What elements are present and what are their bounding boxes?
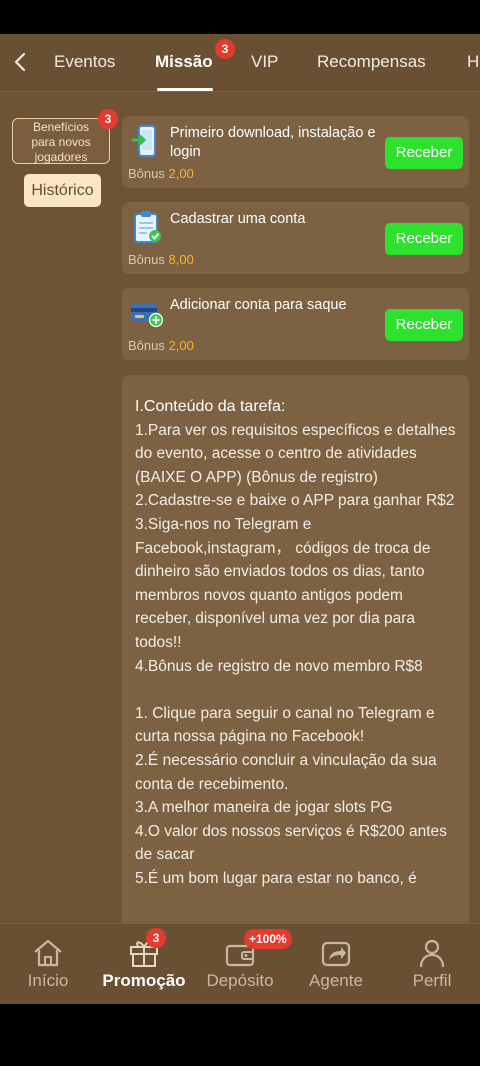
task-description-panel[interactable]: I.Conteúdo da tarefa: 1.Para ver os requ…	[122, 375, 469, 935]
nav-label: Depósito	[206, 971, 274, 990]
tab-missao[interactable]: Missão	[155, 52, 213, 72]
share-icon	[321, 941, 351, 967]
nav-item-perfil[interactable]: Perfil	[384, 924, 480, 1004]
sidebar-item-new-players[interactable]: Benefícios para novos jogadores	[12, 118, 110, 164]
nav-label: Perfil	[412, 971, 452, 990]
task-card: Adicionar conta para saque Bônus 2,00 Re…	[122, 288, 469, 360]
receive-button[interactable]: Receber	[385, 223, 463, 255]
task-bonus: Bônus 8,00	[128, 252, 194, 267]
description-line: 4.O valor dos nossos serviços é R$200 an…	[135, 822, 447, 864]
bottom-navigation: Início 3 Promoção +100% Depósito Agente …	[0, 923, 480, 1004]
bonus-label: Bônus	[128, 166, 165, 181]
nav-item-inicio[interactable]: Início	[0, 924, 96, 1004]
tab-vip[interactable]: VIP	[251, 52, 278, 72]
nav-label: Promoção	[102, 971, 186, 990]
description-line: 3.Siga-nos no Telegram e Facebook,instag…	[135, 515, 431, 651]
card-add-icon	[131, 304, 164, 328]
task-card: Cadastrar uma conta Bônus 8,00 Receber	[122, 202, 469, 274]
user-icon	[419, 939, 445, 968]
description-heading: I.Conteúdo da tarefa:	[135, 398, 286, 415]
sidebar-item-history[interactable]: Histórico	[24, 174, 101, 207]
tab-historico-partial[interactable]: H	[467, 52, 479, 72]
task-bonus: Bônus 2,00	[128, 338, 194, 353]
nav-label: Início	[27, 971, 69, 990]
description-line: 2.É necessário concluir a vinculação da …	[135, 751, 437, 793]
task-title: Cadastrar uma conta	[170, 211, 306, 227]
nav-label: Agente	[309, 971, 363, 990]
description-line: 5.É um bom lugar para estar no banco, é	[135, 869, 417, 887]
phone-download-icon	[131, 125, 156, 157]
bonus-amount: 2,00	[168, 338, 194, 353]
bonus-label: Bônus	[128, 252, 165, 267]
description-line: 2.Cadastre-se e baixe o APP para ganhar …	[135, 492, 455, 510]
receive-button[interactable]: Receber	[385, 137, 463, 169]
nav-item-promocao[interactable]: 3 Promoção	[96, 924, 192, 1004]
home-icon	[34, 939, 62, 967]
sidebar-label-line: Benefícios	[32, 120, 90, 134]
new-players-badge: 3	[98, 109, 118, 129]
bonus-amount: 2,00	[168, 166, 194, 181]
tab-eventos[interactable]: Eventos	[54, 52, 115, 72]
description-line: 4.Bônus de registro de novo membro R$8	[135, 657, 423, 675]
task-card: Primeiro download, instalação e login Bô…	[122, 116, 469, 188]
mission-badge: 3	[215, 39, 235, 59]
receive-button[interactable]: Receber	[385, 309, 463, 341]
back-arrow-icon[interactable]	[10, 50, 32, 74]
description-line: 3.A melhor maneira de jogar slots PG	[135, 799, 393, 817]
deposit-bonus-badge: +100%	[244, 929, 292, 949]
top-tab-bar: Eventos Missão 3 VIP Recompensas H	[0, 34, 480, 92]
sidebar-label-line: jogadores	[34, 150, 88, 164]
task-title: Adicionar conta para saque	[170, 297, 347, 313]
tab-recompensas[interactable]: Recompensas	[317, 52, 426, 72]
sidebar-label-line: para novos	[31, 135, 91, 149]
description-line: 1.Para ver os requisitos específicos e d…	[135, 421, 456, 486]
bonus-amount: 8,00	[168, 252, 194, 267]
description-line: 1. Clique para seguir o canal no Telegra…	[135, 704, 435, 746]
bonus-label: Bônus	[128, 338, 165, 353]
task-bonus: Bônus 2,00	[128, 166, 194, 181]
nav-item-deposito[interactable]: +100% Depósito	[192, 924, 292, 1004]
active-tab-indicator	[157, 88, 213, 91]
promo-badge: 3	[146, 928, 166, 948]
description-spacer	[135, 678, 457, 702]
nav-item-agente[interactable]: Agente	[288, 924, 384, 1004]
clipboard-check-icon	[134, 211, 161, 243]
task-title: Primeiro download, instalação e login	[170, 125, 376, 160]
app-screen: Eventos Missão 3 VIP Recompensas H Benef…	[0, 34, 480, 1004]
